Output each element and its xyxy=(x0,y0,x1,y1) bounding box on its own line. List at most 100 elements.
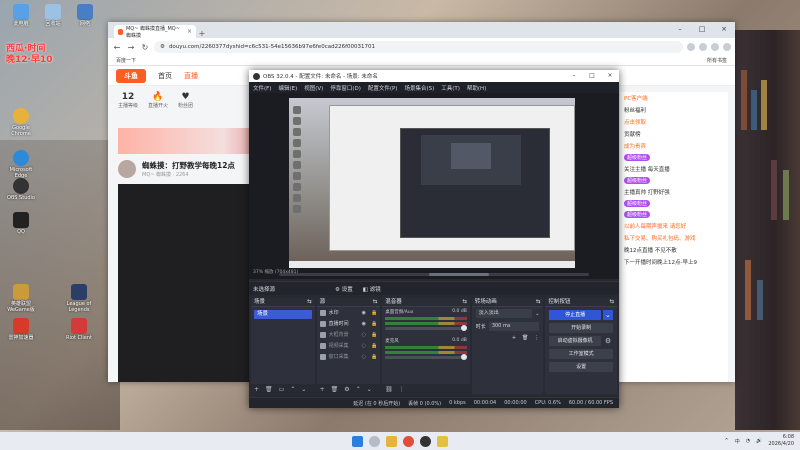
gear-icon[interactable]: ⚙ xyxy=(603,336,613,346)
new-tab-button[interactable]: + xyxy=(196,29,208,38)
dock-undock-icon[interactable]: ⇆ xyxy=(609,298,614,306)
stat-fire[interactable]: 🔥 直播开火 xyxy=(148,92,168,126)
gear-icon[interactable]: ⚙ xyxy=(344,386,349,393)
move-up-icon[interactable]: ⌃ xyxy=(356,386,361,393)
add-icon[interactable]: + xyxy=(320,386,325,393)
app-icon[interactable] xyxy=(437,435,448,447)
network-icon[interactable]: ◔ xyxy=(746,438,750,444)
menu-edit[interactable]: 编辑(E) xyxy=(278,84,297,92)
slider-knob[interactable] xyxy=(460,354,467,360)
delete-icon[interactable]: 🗑 xyxy=(265,386,273,393)
stat-fans[interactable]: ♥ 粉丝团 xyxy=(178,92,193,126)
source-item[interactable]: 视频采集 ◌ 🔒 xyxy=(317,340,381,351)
desktop-icon-league-of-legends[interactable]: League of Legends xyxy=(62,284,96,314)
desktop-icon-wegame-lol[interactable]: 英雄联盟WeGame版 xyxy=(4,284,38,314)
lock-icon[interactable]: 🔒 xyxy=(371,321,377,327)
maximize-icon[interactable]: □ xyxy=(583,70,601,82)
source-item[interactable]: 直播时间 ◉ 🔒 xyxy=(317,318,381,329)
dock-undock-icon[interactable]: ⇆ xyxy=(307,298,312,306)
desktop-icon-leishen[interactable]: 雷神加速器 xyxy=(4,318,38,342)
all-bookmarks[interactable]: 所有书签 xyxy=(707,57,727,64)
lock-icon[interactable]: 🔒 xyxy=(371,343,377,349)
menu-docks[interactable]: 停靠窗口(D) xyxy=(330,84,361,92)
anchor-avatar[interactable] xyxy=(118,160,136,178)
filters-button[interactable]: ◧ 滤镜 xyxy=(363,285,381,293)
windows-start-icon[interactable] xyxy=(352,435,363,447)
preview-canvas[interactable] xyxy=(289,98,575,268)
slider-knob[interactable] xyxy=(460,325,467,331)
duration-input[interactable]: 300 ms xyxy=(488,322,540,331)
desktop-icon-riot-client[interactable]: Riot Client xyxy=(62,318,96,342)
add-icon[interactable]: + xyxy=(254,386,259,393)
obs-icon[interactable] xyxy=(420,435,431,447)
clock[interactable]: 6:08 2026/4/20 xyxy=(768,434,794,448)
delete-icon[interactable]: 🗑 xyxy=(522,335,528,341)
close-icon[interactable]: × xyxy=(601,70,619,82)
menu-dots-icon[interactable]: ⋮ xyxy=(534,335,539,341)
source-item[interactable]: 大框背景 ◌ 🔒 xyxy=(317,329,381,340)
menu-view[interactable]: 视图(V) xyxy=(304,84,323,92)
menu-profile[interactable]: 配置文件(P) xyxy=(368,84,398,92)
bookmark-star-icon[interactable] xyxy=(687,43,695,51)
anchor-name[interactable]: MQ~ 蜘蛛摸 xyxy=(142,172,171,178)
desktop-icon-qq[interactable]: QQ xyxy=(4,212,38,236)
menu-dots-icon[interactable]: ⋮ xyxy=(399,386,405,393)
visibility-icon[interactable]: ◉ xyxy=(362,310,366,316)
move-up-icon[interactable]: ⌃ xyxy=(290,386,295,393)
lock-icon[interactable]: 🔒 xyxy=(371,354,377,360)
site-info-icon[interactable]: ⚙ xyxy=(160,44,165,50)
visibility-icon[interactable]: ◉ xyxy=(362,321,366,327)
move-down-icon[interactable]: ⌄ xyxy=(301,386,306,393)
menu-file[interactable]: 文件(F) xyxy=(253,84,271,92)
link-icon[interactable]: ⛓ xyxy=(385,386,393,393)
forward-icon[interactable]: → xyxy=(126,43,136,52)
lock-icon[interactable]: 🔒 xyxy=(371,332,377,338)
douyu-logo[interactable]: 斗鱼 xyxy=(116,68,146,83)
browser-tab[interactable]: MQ~ 蜘蛛摸直播_MQ~ 蜘蛛摸 × xyxy=(114,25,196,39)
maximize-icon[interactable]: □ xyxy=(691,22,713,36)
volume-slider[interactable] xyxy=(385,354,467,360)
bookmark-baidu[interactable]: 百度一下 xyxy=(116,57,136,64)
desktop-icon-obs[interactable]: OBS Studio xyxy=(4,178,38,202)
start-recording-button[interactable]: 开始录制 xyxy=(549,323,613,333)
input-language[interactable]: 中 xyxy=(735,438,740,445)
transition-select[interactable]: 淡入淡出 xyxy=(475,309,533,318)
add-icon[interactable]: + xyxy=(512,335,516,341)
address-bar[interactable]: ⚙ douyu.com/2260377dyshid=c6c531-54e1563… xyxy=(154,41,683,53)
minimize-icon[interactable]: – xyxy=(565,70,583,82)
close-tab-icon[interactable]: × xyxy=(187,28,192,35)
hidden-icon[interactable]: ◌ xyxy=(362,343,366,349)
desktop-icon-network[interactable]: 网络 xyxy=(68,4,102,28)
start-virtual-camera-button[interactable]: 启动虚拟摄像机 xyxy=(549,336,601,346)
stop-streaming-button[interactable]: 停止直播 xyxy=(549,310,601,320)
desktop-icon-chrome[interactable]: Google Chrome xyxy=(4,108,38,138)
source-item[interactable]: 窗口采集 ◌ 🔒 xyxy=(317,351,381,362)
delete-icon[interactable]: 🗑 xyxy=(331,386,339,393)
menu-icon[interactable] xyxy=(723,43,731,51)
properties-button[interactable]: ⚙ 设置 xyxy=(335,285,353,293)
desktop-icon-edge[interactable]: Microsoft Edge xyxy=(4,150,38,180)
dock-undock-icon[interactable]: ⇆ xyxy=(373,298,378,306)
dock-undock-icon[interactable]: ⇆ xyxy=(462,298,467,306)
obs-preview[interactable]: 37% 缩放 (704x481) xyxy=(249,93,619,279)
menu-tools[interactable]: 工具(T) xyxy=(441,84,460,92)
menu-help[interactable]: 帮助(H) xyxy=(467,84,486,92)
chevron-down-icon[interactable]: ⌄ xyxy=(535,311,539,317)
volume-icon[interactable]: 🔊 xyxy=(756,438,762,444)
volume-slider[interactable] xyxy=(385,325,467,331)
extensions-icon[interactable] xyxy=(699,43,707,51)
desktop-icon-recycle-bin[interactable]: 回收站 xyxy=(36,4,70,28)
menu-scene-collection[interactable]: 场景集合(S) xyxy=(404,84,434,92)
settings-button[interactable]: 设置 xyxy=(549,362,613,372)
lock-icon[interactable]: 🔒 xyxy=(371,310,377,316)
chat-line[interactable]: 成为贵宾 xyxy=(620,140,728,152)
move-down-icon[interactable]: ⌄ xyxy=(367,386,372,393)
hidden-icon[interactable]: ◌ xyxy=(362,332,366,338)
chevron-down-icon[interactable]: ⌄ xyxy=(602,310,613,320)
hidden-icon[interactable]: ◌ xyxy=(362,354,366,360)
desktop-icon-this-pc[interactable]: 此电脑 xyxy=(4,4,38,28)
minimize-icon[interactable]: – xyxy=(669,22,691,36)
profile-icon[interactable] xyxy=(711,43,719,51)
zoom-level[interactable]: 37% xyxy=(253,270,263,275)
obs-title-bar[interactable]: OBS 32.0.4 - 配置文件: 未命名 - 场景: 未命名 – □ × xyxy=(249,70,619,82)
